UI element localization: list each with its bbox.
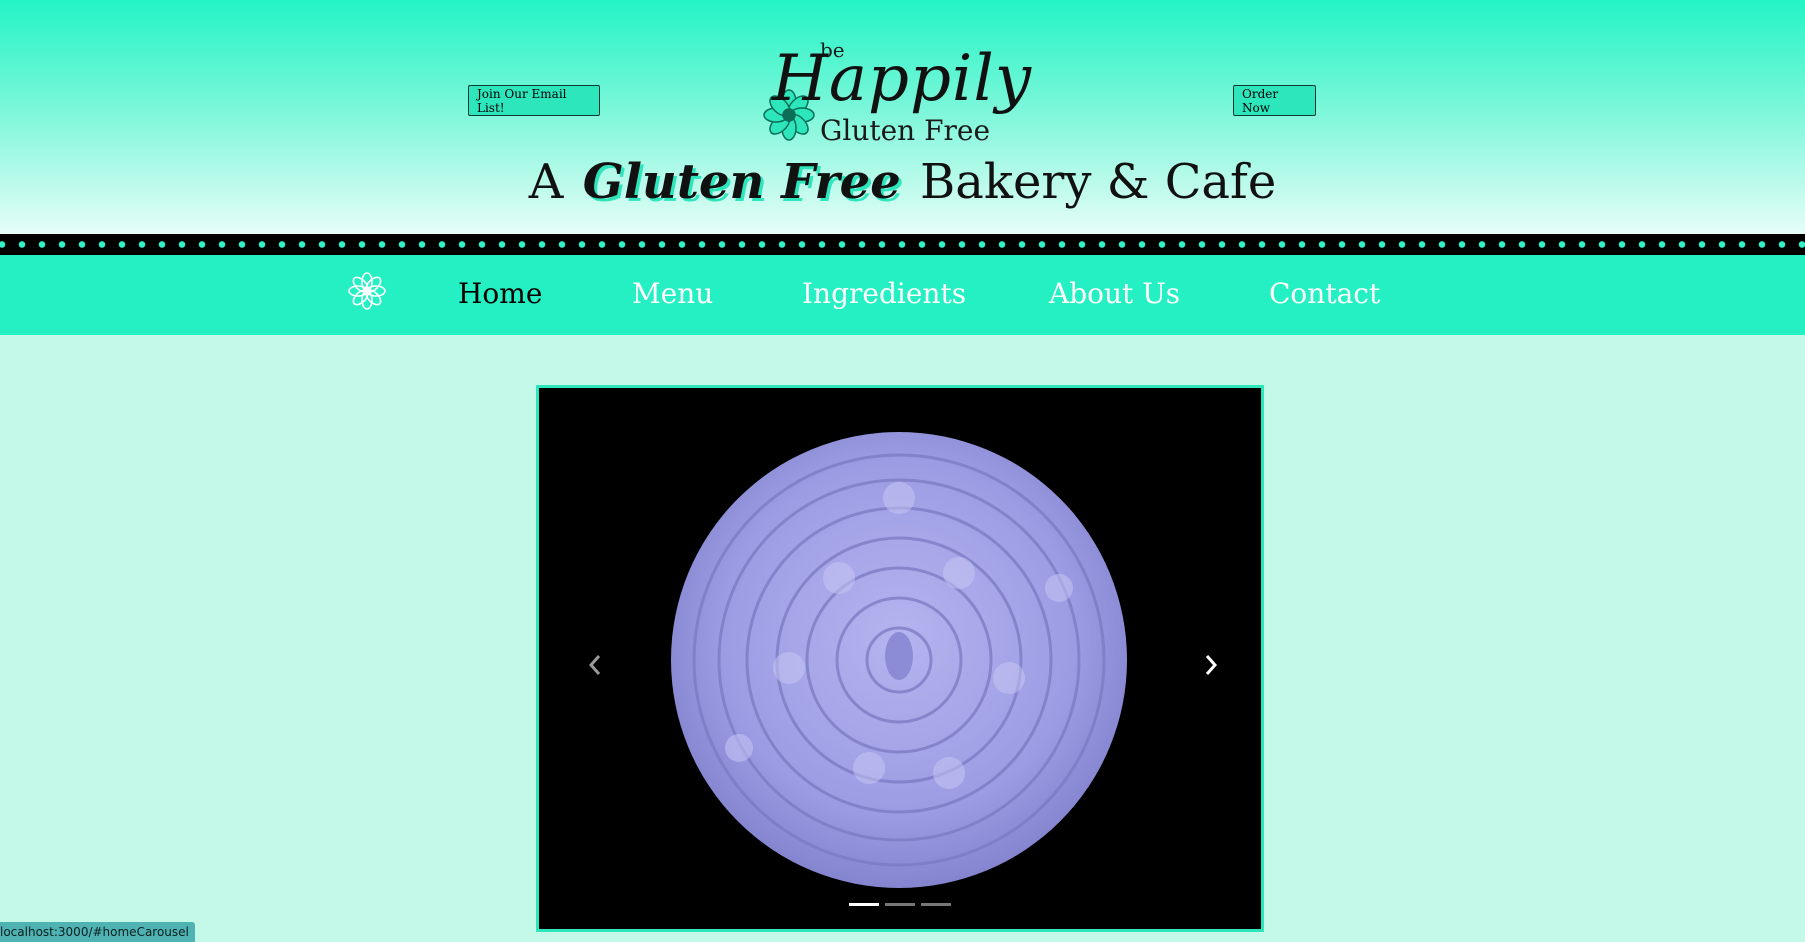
page-tagline: A Gluten Free Bakery & Cafe: [0, 154, 1805, 210]
carousel-slide-image: [539, 388, 1261, 929]
carousel-indicator-1[interactable]: [849, 903, 879, 906]
carousel-prev-icon[interactable]: [585, 650, 605, 680]
carousel-next-icon[interactable]: [1201, 650, 1221, 680]
carousel-indicators: [539, 903, 1261, 906]
nav-ingredients[interactable]: Ingredients: [802, 277, 966, 310]
tagline-suffix: Bakery & Cafe: [920, 154, 1277, 210]
site-header: Join Our Email List! be Happily Gluten F…: [0, 0, 1805, 234]
order-now-button[interactable]: Order Now: [1233, 85, 1316, 116]
tagline-script: Gluten Free: [582, 154, 901, 210]
main-nav: Home Menu Ingredients About Us Contact: [0, 255, 1805, 335]
carousel-indicator-2[interactable]: [885, 903, 915, 906]
nav-contact[interactable]: Contact: [1269, 277, 1380, 310]
logo-text-gluten-free: Gluten Free: [820, 114, 991, 147]
join-email-list-button[interactable]: Join Our Email List!: [468, 85, 600, 116]
nav-home[interactable]: Home: [458, 277, 542, 310]
home-carousel[interactable]: [536, 385, 1264, 932]
nav-about-us[interactable]: About Us: [1049, 277, 1180, 310]
site-logo[interactable]: be Happily Gluten Free: [762, 36, 1031, 148]
tagline-prefix: A: [528, 154, 564, 210]
carousel-indicator-3[interactable]: [921, 903, 951, 906]
logo-text-happily: Happily: [772, 42, 1032, 116]
nav-menu[interactable]: Menu: [632, 277, 713, 310]
flower-icon[interactable]: [348, 272, 386, 310]
decorative-dots-band: [0, 234, 1805, 255]
status-bar-url: localhost:3000/#homeCarousel: [0, 922, 195, 942]
